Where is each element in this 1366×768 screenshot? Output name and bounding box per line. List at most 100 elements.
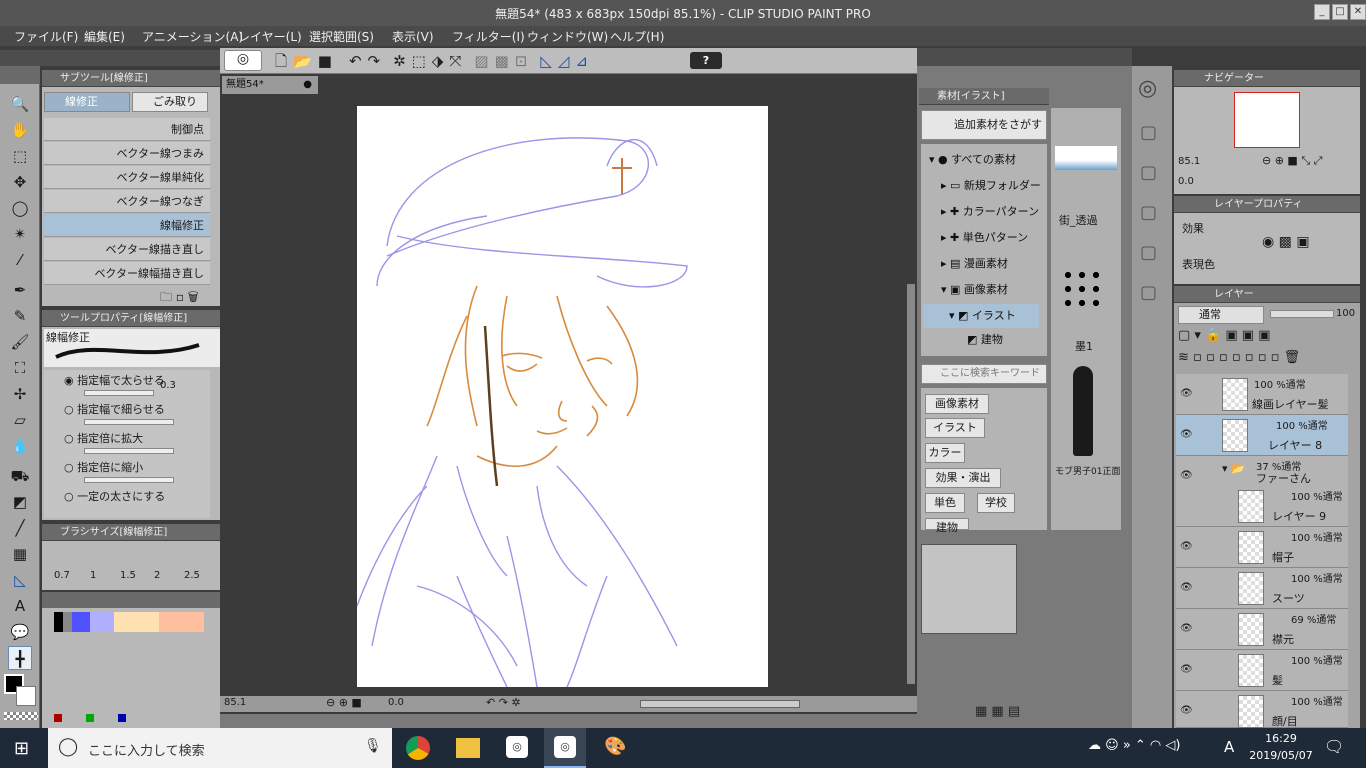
navigator-zoom[interactable]: 85.1 xyxy=(1178,156,1200,167)
thicken-value[interactable]: 0.3 xyxy=(160,380,176,391)
clip-paint-taskbar-icon[interactable]: ◎ xyxy=(544,728,586,768)
thumb-city[interactable] xyxy=(1055,146,1117,170)
eye-icon[interactable]: 👁 xyxy=(1180,582,1193,593)
eye-icon[interactable]: 👁 xyxy=(1180,705,1193,716)
color-chip-green[interactable] xyxy=(86,714,94,722)
find-material-button[interactable]: 追加素材をさがす xyxy=(921,110,1047,140)
eyedropper-icon[interactable]: ⁄ xyxy=(8,248,32,272)
hand-tool-icon[interactable]: ✋ xyxy=(8,118,32,142)
menu-view[interactable]: 表示(V) xyxy=(392,28,434,45)
snap-grid-icon[interactable]: ⊿ xyxy=(575,52,588,70)
thin-slider[interactable] xyxy=(84,419,174,425)
menu-filter[interactable]: フィルター(I) xyxy=(452,28,525,45)
color-chip-blue[interactable] xyxy=(118,714,126,722)
help-icon[interactable]: ? xyxy=(690,52,722,69)
rotate-buttons[interactable]: ↶ ↷ ✲ xyxy=(486,696,521,709)
clip-studio-taskbar-icon[interactable]: ◎ xyxy=(506,736,528,758)
text-tool-icon[interactable]: A xyxy=(8,594,32,618)
opacity-slider[interactable] xyxy=(1270,310,1334,318)
new-file-icon[interactable]: 🗋 xyxy=(275,51,287,76)
decoration-tool-icon[interactable]: ✢ xyxy=(8,382,32,406)
fill-tool-icon[interactable]: ⛟ xyxy=(8,464,32,488)
material-search-input[interactable]: ここに検索キーワードを入力 xyxy=(921,364,1047,397)
canvas-tab[interactable]: 無題54* ● xyxy=(222,76,318,94)
tree-manga-material[interactable]: ▸ ▤ 漫画素材 xyxy=(941,252,1008,276)
layer-row[interactable]: 👁 100 %通常 顔/目 xyxy=(1176,691,1348,728)
subtool-item[interactable]: 制御点 xyxy=(44,118,210,141)
frame-tool-icon[interactable]: ▦ xyxy=(8,542,32,566)
tag-illust[interactable]: イラスト xyxy=(925,418,985,438)
operation-tool-icon[interactable]: ⬚ xyxy=(8,144,32,168)
layer-row[interactable]: 👁 69 %通常 襟元 xyxy=(1176,609,1348,650)
thumb-mob-figure[interactable] xyxy=(1073,366,1093,456)
canvas-zoom-value[interactable]: 85.1 xyxy=(224,697,246,708)
tree-new-folder[interactable]: ▸ ▭ 新規フォルダー xyxy=(941,174,1041,198)
tray-icons[interactable]: ☁ ☺ » ⌃ ◠ ◁) xyxy=(1088,738,1180,753)
zoom-buttons[interactable]: ⊖ ⊕ ■ xyxy=(326,696,362,709)
tag-image-material[interactable]: 画像素材 xyxy=(925,394,989,414)
eye-icon[interactable]: 👁 xyxy=(1180,623,1193,634)
panel-icon[interactable]: ▢ xyxy=(1140,242,1157,263)
layer-row[interactable]: 👁 100 %通常 スーツ xyxy=(1176,568,1348,609)
panel-icon[interactable]: ▢ xyxy=(1140,122,1157,143)
tree-building[interactable]: ◩ 建物 xyxy=(967,328,1003,352)
opacity-value[interactable]: 100 xyxy=(1336,308,1355,319)
layer-toolbar-icons[interactable]: ▢ ▾ 🔒 ▣ ▣ ▣ xyxy=(1178,328,1271,343)
eye-icon[interactable]: 👁 xyxy=(1180,429,1193,440)
open-file-icon[interactable]: 📂 xyxy=(293,52,312,70)
thumb-ink[interactable] xyxy=(1061,268,1105,308)
menu-window[interactable]: ウィンドウ(W) xyxy=(527,28,608,45)
subtool-item[interactable]: ベクター線単純化 xyxy=(44,166,210,189)
clip-studio-icon[interactable]: ◎ xyxy=(224,50,262,71)
taskbar-search[interactable]: ◯ ここに入力して検索 🎙 xyxy=(48,728,392,768)
panel-icon[interactable]: ▢ xyxy=(1140,202,1157,223)
tree-all-materials[interactable]: ▾ ● すべての素材 xyxy=(929,148,1016,172)
panel-icon[interactable]: ▢ xyxy=(1140,282,1157,303)
subtool-item[interactable]: ベクター線つまみ xyxy=(44,142,210,165)
ruler-tool-icon[interactable]: ◺ xyxy=(8,568,32,592)
option-thicken[interactable]: ◉ 指定幅で太らせる xyxy=(64,372,165,388)
vertical-scrollbar[interactable] xyxy=(907,284,915,684)
subtool-item[interactable]: ベクター線つなぎ xyxy=(44,190,210,213)
brush-tool-icon[interactable]: 🖌 xyxy=(8,330,32,354)
transparent-color-swatch[interactable] xyxy=(4,712,38,720)
tab-line-correct[interactable]: 線修正 xyxy=(44,92,130,112)
snap-ruler-icon[interactable]: ◺ xyxy=(540,52,552,70)
layer-row[interactable]: 100 %通常 レイヤー 9 xyxy=(1176,486,1348,527)
size-1[interactable]: 1 xyxy=(90,570,96,581)
maximize-button[interactable]: □ xyxy=(1332,4,1348,20)
subtool-item-selected[interactable]: 線幅修正 xyxy=(44,214,210,237)
clear-icon[interactable]: ✲ xyxy=(393,52,406,70)
tree-illust-selected[interactable]: ▾ ◩ イラスト xyxy=(923,304,1039,328)
save-icon[interactable]: ■ xyxy=(318,52,332,70)
option-uniform[interactable]: ○ 一定の太さにする xyxy=(64,488,165,504)
microphone-icon[interactable]: 🎙 xyxy=(364,738,382,754)
invert-selection-icon[interactable]: ▩ xyxy=(495,52,509,70)
effect-icons[interactable]: ◉ ▩ ▣ xyxy=(1262,234,1310,250)
menu-selection[interactable]: 選択範囲(S) xyxy=(309,28,374,45)
navigator-zoom-buttons[interactable]: ⊖ ⊕ ■ ⤡ ⤢ xyxy=(1262,154,1322,168)
tag-effect[interactable]: 効果・演出 xyxy=(925,468,1001,488)
size-2[interactable]: 2 xyxy=(154,570,160,581)
shrink-slider[interactable] xyxy=(84,477,174,483)
drawing-canvas[interactable] xyxy=(356,106,768,688)
ime-indicator[interactable]: A xyxy=(1224,738,1234,756)
gradient-tool-icon[interactable]: ◩ xyxy=(8,490,32,514)
pencil-tool-icon[interactable]: ✎ xyxy=(8,304,32,328)
navigator-thumbnail[interactable] xyxy=(1234,92,1300,148)
zoom-tool-icon[interactable]: 🔍 xyxy=(8,92,32,116)
correct-line-tool-icon[interactable]: ╋ xyxy=(8,646,32,670)
menu-help[interactable]: ヘルプ(H) xyxy=(610,28,664,45)
tag-mono[interactable]: 単色 xyxy=(925,493,965,513)
size-0-7[interactable]: 0.7 xyxy=(54,570,70,581)
blend-tool-icon[interactable]: 💧 xyxy=(8,434,32,458)
chrome-icon[interactable] xyxy=(406,736,430,760)
menu-layer[interactable]: レイヤー(L) xyxy=(238,28,302,45)
layer-row[interactable]: 👁 100 %通常髪 xyxy=(1176,650,1348,691)
scale-icon[interactable]: ⤧ xyxy=(449,52,461,70)
snap-special-ruler-icon[interactable]: ◿ xyxy=(558,52,570,70)
auto-select-icon[interactable]: ✴ xyxy=(8,222,32,246)
subtool-item[interactable]: ベクター線幅描き直し xyxy=(44,262,210,285)
explorer-icon[interactable] xyxy=(456,738,480,758)
clock-time[interactable]: 16:29 xyxy=(1256,732,1306,745)
